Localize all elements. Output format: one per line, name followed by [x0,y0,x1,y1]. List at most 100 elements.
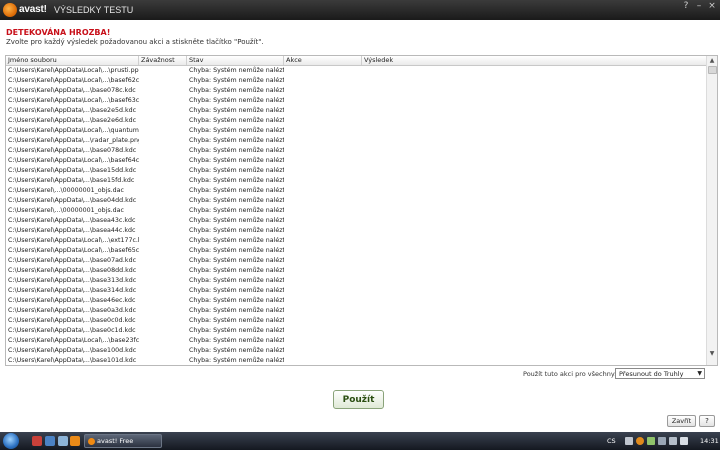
quicklaunch-desktop-icon[interactable] [58,436,68,446]
column-header-action[interactable]: Akce [284,56,362,65]
cell-status: Chyba: Systém nemůže nalézt ... [189,237,284,244]
cell-file: C:\Users\Karel\...\00000001_objs.dac [8,187,124,194]
tray-battery-icon[interactable] [658,437,666,445]
cell-status: Chyba: Systém nemůže nalézt ... [189,297,284,304]
tray-notification-icon[interactable] [625,437,633,445]
table-header: Jméno souboru Závažnost Stav Akce Výsled… [6,56,706,66]
cell-file: C:\Users\Karel\AppData\...\base314d.kdc [8,287,137,294]
table-row[interactable]: C:\Users\Karel\AppData\...\base2e5d.kdc C… [6,106,706,116]
table-row[interactable]: C:\Users\Karel\AppData\...\base04dd.kdc C… [6,196,706,206]
quicklaunch-explorer-icon[interactable] [45,436,55,446]
scroll-up-arrow-icon[interactable]: ▲ [708,57,716,65]
table-row[interactable]: C:\Users\Karel\AppData\...\base078c.kdc C… [6,86,706,96]
instruction-text: Zvolte pro každý výsledek požadovanou ak… [6,38,264,46]
cell-status: Chyba: Systém nemůže nalézt ... [189,67,284,74]
table-row[interactable]: C:\Users\Karel\AppData\Local\...\quantum… [6,126,706,136]
table-row[interactable]: C:\Users\Karel\AppData\Local\...\base23f… [6,336,706,346]
table-row[interactable]: C:\Users\Karel\AppData\...\base15dd.kdc C… [6,166,706,176]
table-row[interactable]: C:\Users\Karel\AppData\Local\...\basef65… [6,246,706,256]
cell-file: C:\Users\Karel\AppData\Local\...\quantum… [8,127,139,134]
table-row[interactable]: C:\Users\Karel\AppData\...\base100d.kdc C… [6,346,706,356]
help-window-button[interactable]: ? [681,1,691,11]
table-row[interactable]: C:\Users\Karel\AppData\...\base0a3d.kdc C… [6,306,706,316]
table-row[interactable]: C:\Users\Karel\AppData\Local\...\basef62… [6,76,706,86]
table-row[interactable]: C:\Users\Karel\AppData\...\base07ad.kdc C… [6,256,706,266]
table-row[interactable]: C:\Users\Karel\AppData\...\basea43c.kdc C… [6,216,706,226]
cell-file: C:\Users\Karel\...\00000001_objs.dac [8,207,124,214]
cell-status: Chyba: Systém nemůže nalézt ... [189,207,284,214]
table-row[interactable]: C:\Users\Karel\AppData\...\basea44c.kdc C… [6,226,706,236]
table-row[interactable]: C:\Users\Karel\AppData\...\base0c0d.kdc C… [6,316,706,326]
column-header-status[interactable]: Stav [187,56,284,65]
cell-file: C:\Users\Karel\AppData\Local\...\basef62… [8,77,139,84]
taskbar-clock[interactable]: 14:31 [700,437,719,445]
table-row[interactable]: C:\Users\Karel\AppData\...\base313d.kdc C… [6,276,706,286]
avast-logo-icon [3,3,17,17]
table-row[interactable]: C:\Users\Karel\...\00000001_objs.dac Chyb… [6,186,706,196]
vertical-scrollbar[interactable]: ▲ ▼ [706,56,717,365]
table-row[interactable]: C:\Users\Karel\AppData\...\base314d.kdc C… [6,286,706,296]
tray-volume-icon[interactable] [680,437,688,445]
minimize-button[interactable]: – [694,1,704,11]
close-button[interactable]: Zavřít [667,415,696,427]
cell-file: C:\Users\Karel\AppData\...\radar_plate.p… [8,137,139,144]
cell-status: Chyba: Systém nemůže nalézt ... [189,157,284,164]
close-window-button[interactable]: × [707,1,717,11]
language-indicator[interactable]: CS [607,437,616,445]
table-row[interactable]: C:\Users\Karel\AppData\...\base101d.kdc C… [6,356,706,365]
cell-status: Chyba: Systém nemůže nalézt ... [189,277,284,284]
apply-button[interactable]: Použít [333,390,384,409]
cell-status: Chyba: Systém nemůže nalézt ... [189,257,284,264]
cell-file: C:\Users\Karel\AppData\...\basea43c.kdc [8,217,136,224]
cell-file: C:\Users\Karel\AppData\...\base078d.kdc [8,147,137,154]
table-row[interactable]: C:\Users\Karel\AppData\Local\...\basef64… [6,156,706,166]
apply-all-action-select[interactable]: Přesunout do Truhly ▼ [615,368,705,379]
cell-file: C:\Users\Karel\AppData\...\base15fd.kdc [8,177,135,184]
scroll-down-arrow-icon[interactable]: ▼ [708,350,716,358]
quicklaunch-app-icon[interactable] [32,436,42,446]
cell-file: C:\Users\Karel\AppData\...\base313d.kdc [8,277,137,284]
table-row[interactable]: C:\Users\Karel\...\00000001_objs.dac Chyb… [6,206,706,216]
cell-status: Chyba: Systém nemůže nalézt ... [189,127,284,134]
cell-file: C:\Users\Karel\AppData\...\base0c1d.kdc [8,327,136,334]
cell-file: C:\Users\Karel\AppData\...\base04dd.kdc [8,197,137,204]
table-row[interactable]: C:\Users\Karel\AppData\...\radar_plate.p… [6,136,706,146]
table-row[interactable]: C:\Users\Karel\AppData\...\base08dd.kdc C… [6,266,706,276]
tray-signal-icon[interactable] [669,437,677,445]
cell-status: Chyba: Systém nemůže nalézt ... [189,267,284,274]
cell-status: Chyba: Systém nemůže nalézt ... [189,247,284,254]
table-row[interactable]: C:\Users\Karel\AppData\Local\...\ext177c… [6,236,706,246]
table-row[interactable]: C:\Users\Karel\AppData\...\base15fd.kdc C… [6,176,706,186]
cell-status: Chyba: Systém nemůže nalézt ... [189,197,284,204]
cell-status: Chyba: Systém nemůže nalézt ... [189,87,284,94]
cell-file: C:\Users\Karel\AppData\...\base0c0d.kdc [8,317,136,324]
column-header-file[interactable]: Jméno souboru [6,56,139,65]
table-row[interactable]: C:\Users\Karel\AppData\...\base2e6d.kdc C… [6,116,706,126]
tray-network-icon[interactable] [647,437,655,445]
scrollbar-thumb[interactable] [708,66,717,74]
cell-status: Chyba: Systém nemůže nalézt ... [189,357,284,364]
tray-avast-icon[interactable] [636,437,644,445]
cell-status: Chyba: Systém nemůže nalézt ... [189,287,284,294]
help-button[interactable]: ? [699,415,715,427]
column-header-severity[interactable]: Závažnost [139,56,187,65]
cell-status: Chyba: Systém nemůže nalézt ... [189,177,284,184]
quicklaunch-avast-icon[interactable] [70,436,80,446]
table-row[interactable]: C:\Users\Karel\AppData\...\base0c1d.kdc C… [6,326,706,336]
results-table: Jméno souboru Závažnost Stav Akce Výsled… [5,55,718,366]
table-row[interactable]: C:\Users\Karel\AppData\Local\...\prusti.… [6,66,706,76]
window-title: VÝSLEDKY TESTU [54,5,134,15]
table-row[interactable]: C:\Users\Karel\AppData\Local\...\basef63… [6,96,706,106]
column-header-result[interactable]: Výsledek [362,56,706,65]
cell-file: C:\Users\Karel\AppData\Local\...\basef65… [8,247,139,254]
table-body: C:\Users\Karel\AppData\Local\...\prusti.… [6,66,706,365]
table-row[interactable]: C:\Users\Karel\AppData\...\base46ec.kdc C… [6,296,706,306]
cell-file: C:\Users\Karel\AppData\...\base100d.kdc [8,347,137,354]
cell-file: C:\Users\Karel\AppData\Local\...\prusti.… [8,67,139,74]
cell-status: Chyba: Systém nemůže nalézt ... [189,97,284,104]
taskbar-item-avast[interactable]: avast! Free Antivirus [84,434,162,458]
cell-status: Chyba: Systém nemůže nalézt ... [189,107,284,114]
cell-file: C:\Users\Karel\AppData\Local\...\basef63… [8,97,139,104]
start-orb-icon[interactable] [3,433,19,449]
table-row[interactable]: C:\Users\Karel\AppData\...\base078d.kdc C… [6,146,706,156]
